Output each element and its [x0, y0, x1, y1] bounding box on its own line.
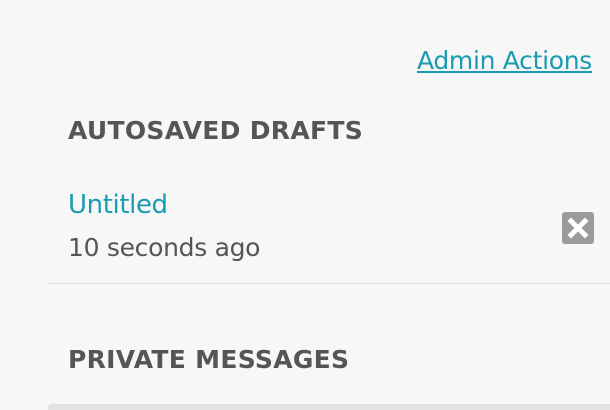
page: Admin Actions AUTOSAVED DRAFTS Untitled …: [0, 0, 610, 410]
draft-timestamp: 10 seconds ago: [68, 233, 261, 262]
draft-list-item: Untitled 10 seconds ago: [48, 180, 610, 284]
delete-draft-button[interactable]: [562, 212, 594, 244]
admin-actions-link[interactable]: Admin Actions: [417, 46, 592, 75]
autosaved-drafts-heading: AUTOSAVED DRAFTS: [68, 116, 364, 145]
draft-title-link[interactable]: Untitled: [68, 190, 168, 220]
private-messages-heading: PRIVATE MESSAGES: [68, 345, 350, 374]
close-icon: [567, 217, 589, 239]
private-messages-panel: [48, 404, 610, 410]
